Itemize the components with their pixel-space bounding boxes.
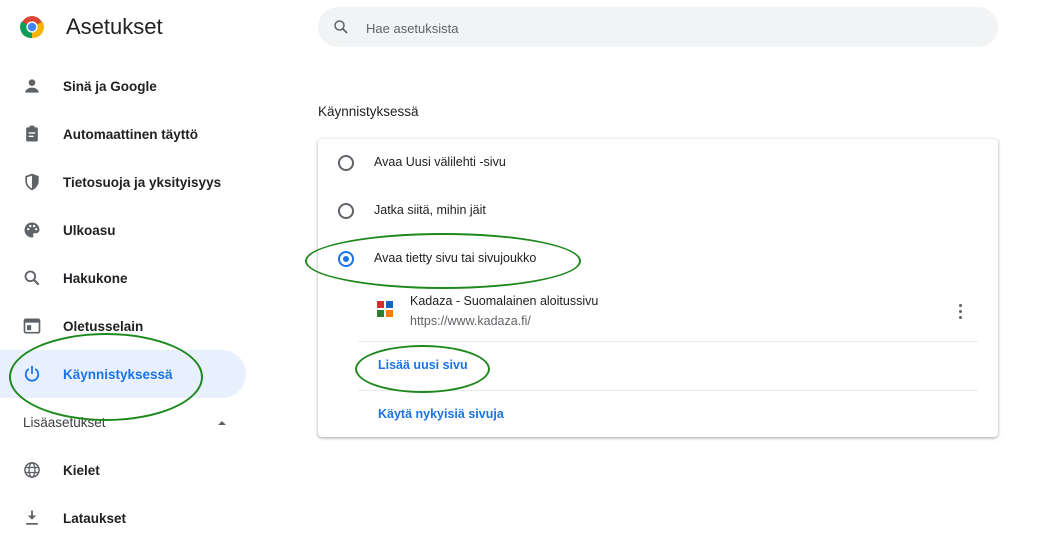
search-input[interactable] [364, 7, 968, 49]
globe-icon [24, 462, 40, 478]
startup-page-entry: Kadaza - Suomalainen aloitussivu https:/… [318, 285, 998, 341]
sidebar-item-search-engine[interactable]: Hakukone [0, 254, 246, 302]
add-new-page-button[interactable]: Lisää uusi sivu [378, 358, 468, 372]
advanced-section-label: Lisäasetukset [23, 414, 106, 430]
sidebar-item-autofill[interactable]: Automaattinen täyttö [0, 110, 246, 158]
search-icon [334, 20, 348, 34]
download-icon [26, 510, 38, 525]
startup-option-new-tab[interactable]: Avaa Uusi välilehti -sivu [318, 139, 998, 187]
browser-window-icon [23, 318, 41, 334]
startup-page-name: Kadaza - Suomalainen aloitussivu [410, 294, 599, 308]
radio-label: Avaa tietty sivu tai sivujoukko [374, 251, 537, 265]
sidebar-item-label: Sinä ja Google [63, 78, 157, 94]
caret-up-icon [218, 421, 226, 425]
more-actions-icon[interactable] [952, 299, 968, 323]
divider [358, 341, 978, 342]
startup-page-url: https://www.kadaza.fi/ [410, 314, 531, 328]
sidebar-item-downloads[interactable]: Lataukset [0, 494, 246, 542]
startup-option-continue[interactable]: Jatka siitä, mihin jäit [318, 187, 998, 235]
radio-label: Avaa Uusi välilehti -sivu [374, 155, 506, 169]
sidebar-item-languages[interactable]: Kielet [0, 446, 246, 494]
sidebar-item-on-startup[interactable]: Käynnistyksessä [0, 350, 246, 398]
header: Asetukset [0, 0, 1048, 56]
sidebar-item-label: Ulkoasu [63, 222, 116, 238]
sidebar-item-you-and-google[interactable]: Sinä ja Google [0, 62, 246, 110]
palette-icon [24, 222, 40, 238]
search-icon [24, 270, 40, 286]
kadaza-favicon-icon [377, 301, 393, 317]
sidebar-item-label: Automaattinen täyttö [63, 126, 198, 142]
sidebar-item-label: Lataukset [63, 510, 127, 526]
clipboard-icon [26, 125, 38, 142]
sidebar-item-label: Hakukone [63, 270, 128, 286]
radio-button[interactable] [338, 203, 354, 219]
sidebar-item-default-browser[interactable]: Oletusselain [0, 302, 246, 350]
shield-icon [25, 173, 39, 191]
radio-button[interactable] [338, 155, 354, 171]
divider [358, 390, 978, 391]
radio-button-checked[interactable] [338, 251, 354, 267]
sidebar-item-label: Käynnistyksessä [63, 366, 173, 382]
radio-label: Jatka siitä, mihin jäit [374, 203, 486, 217]
advanced-section-toggle[interactable]: Lisäasetukset [0, 398, 246, 446]
search-box[interactable] [318, 7, 998, 49]
startup-card: Avaa Uusi välilehti -sivu Jatka siitä, m… [318, 139, 998, 437]
power-icon [24, 365, 40, 382]
page-title: Asetukset [66, 14, 163, 39]
sidebar-item-privacy[interactable]: Tietosuoja ja yksityisyys [0, 158, 246, 206]
section-title: Käynnistyksessä [318, 104, 419, 119]
sidebar-item-label: Tietosuoja ja yksityisyys [63, 174, 222, 190]
chrome-logo-icon [20, 16, 44, 39]
sidebar-item-label: Oletusselain [63, 318, 144, 334]
sidebar-item-appearance[interactable]: Ulkoasu [0, 206, 246, 254]
sidebar: Sinä ja Google Automaattinen täyttö Tiet… [0, 62, 256, 542]
person-icon [25, 79, 39, 93]
sidebar-item-label: Kielet [63, 462, 100, 478]
startup-option-specific-pages[interactable]: Avaa tietty sivu tai sivujoukko [318, 235, 998, 283]
use-current-pages-button[interactable]: Käytä nykyisiä sivuja [378, 407, 504, 421]
